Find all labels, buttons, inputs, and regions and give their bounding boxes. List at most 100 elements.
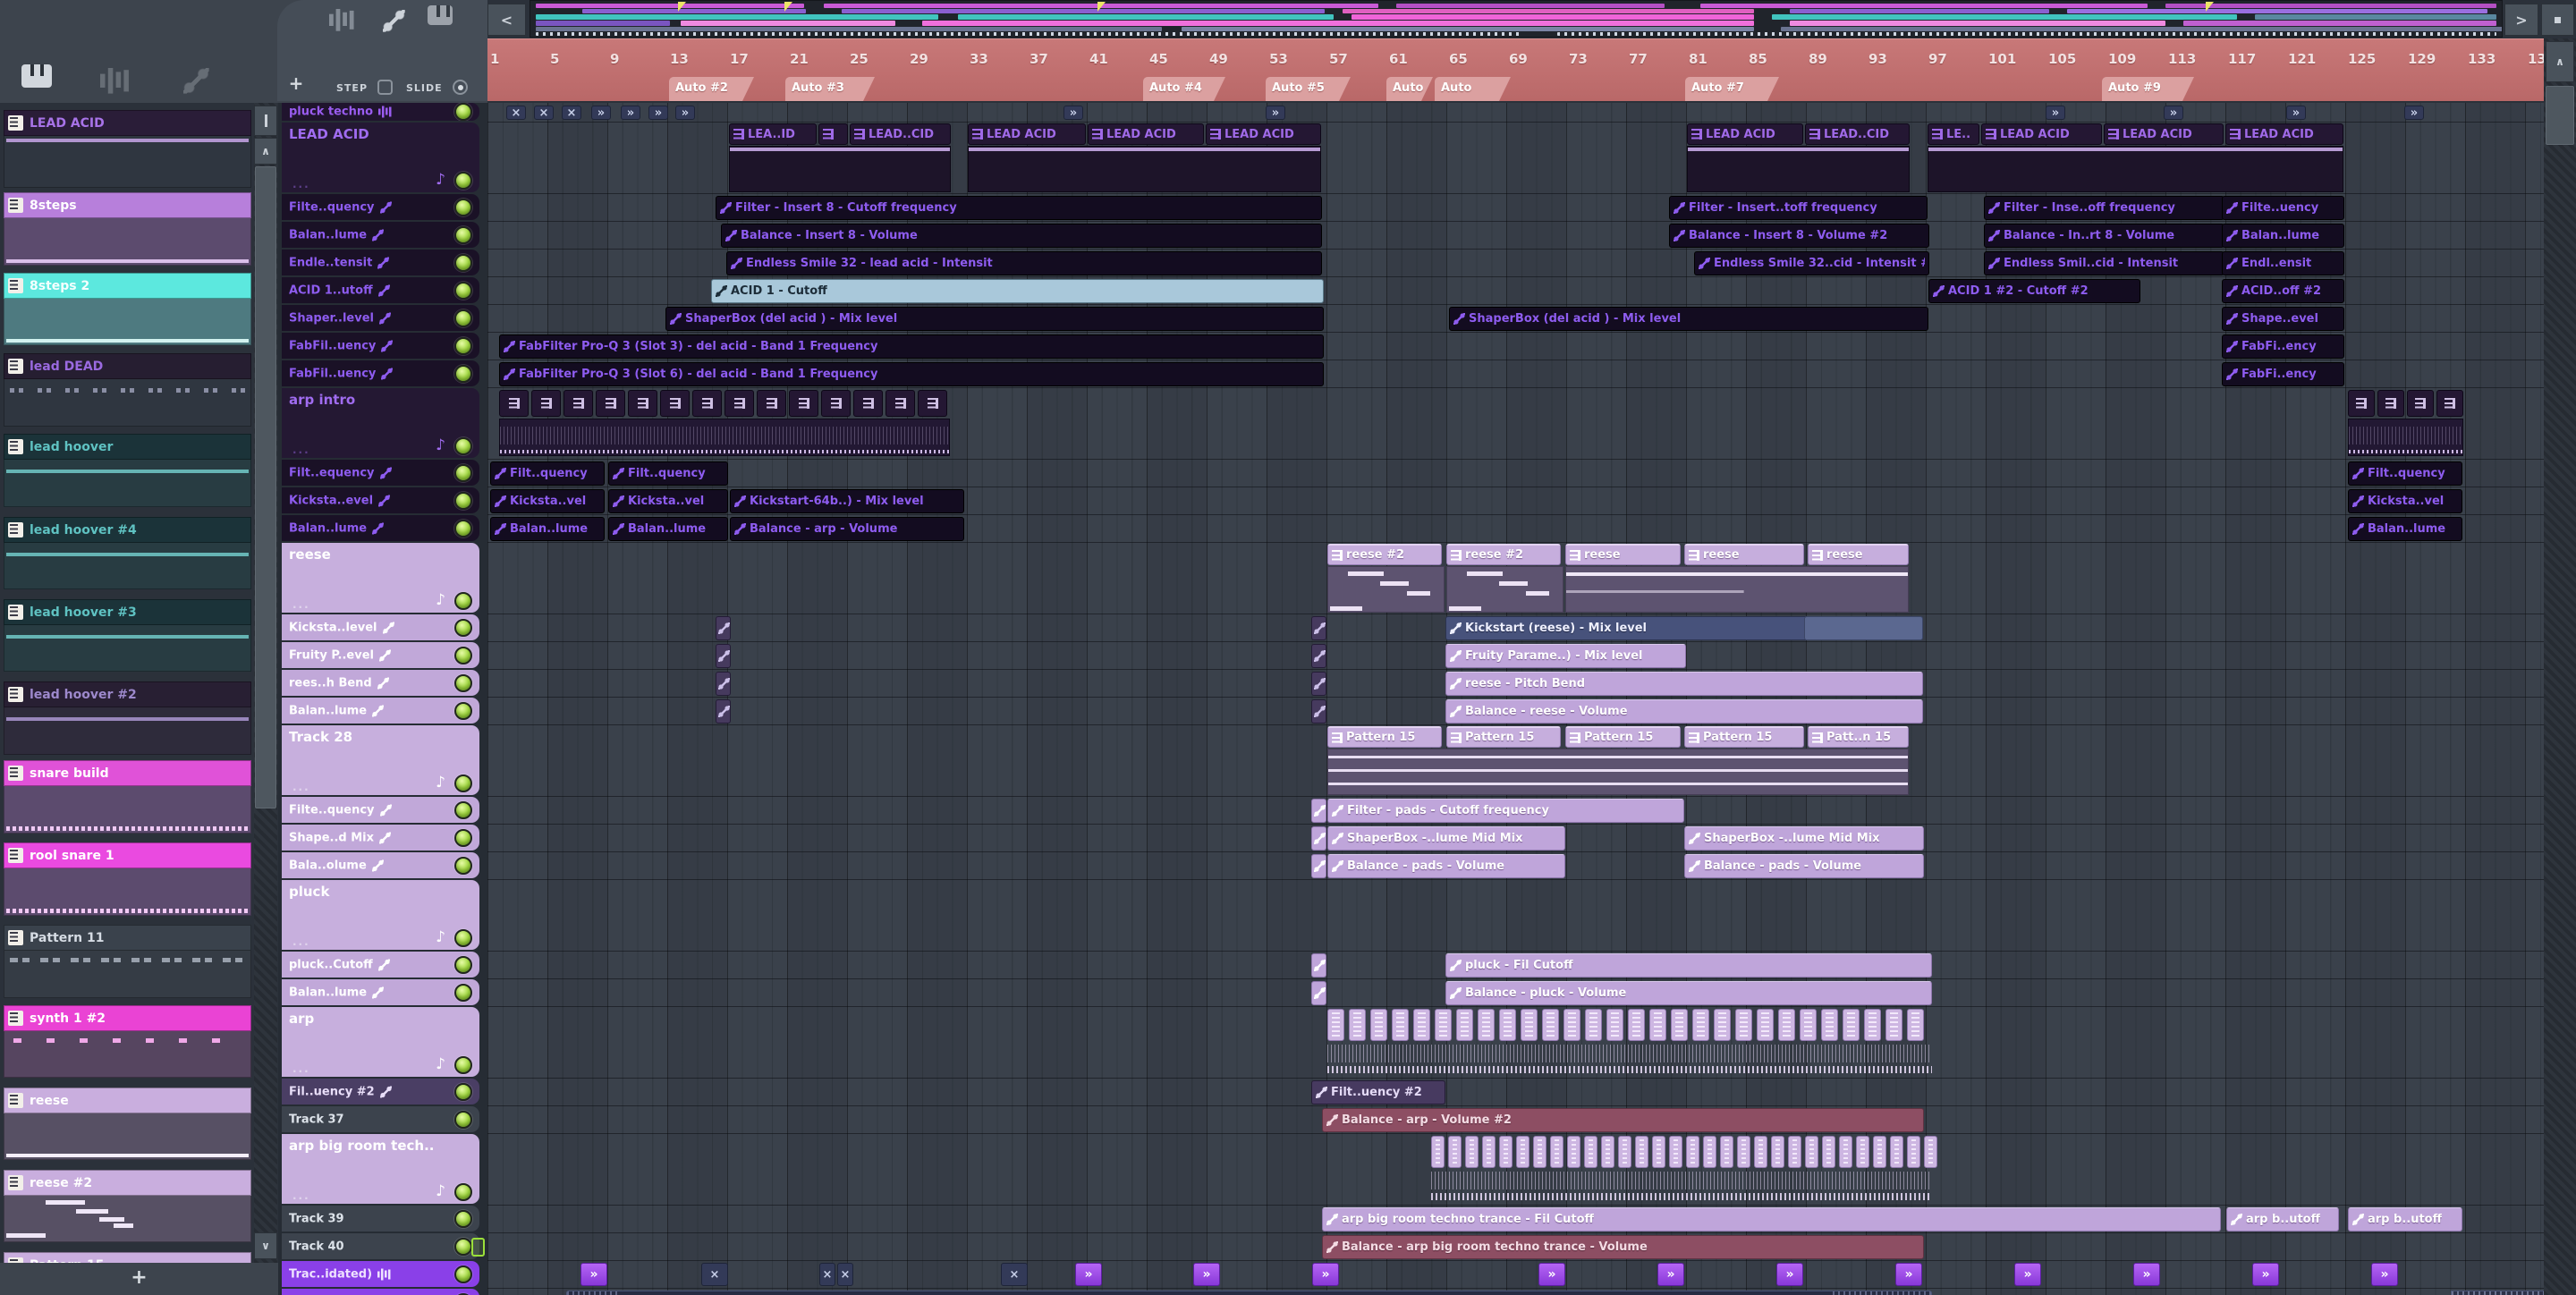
automation-clip[interactable]: FabFilter Pro-Q 3 (Slot 3) - del acid - …: [499, 334, 1324, 359]
clip[interactable]: [1499, 1136, 1513, 1168]
clip[interactable]: [1585, 1009, 1602, 1041]
clip[interactable]: [1542, 1009, 1559, 1041]
pattern-clip[interactable]: LEAD ACID: [1687, 123, 1803, 145]
audio-mode-icon[interactable]: [100, 68, 130, 94]
track-mute-led[interactable]: [454, 1237, 472, 1256]
track-mute-led[interactable]: [454, 856, 472, 875]
audio-clip[interactable]: »: [2046, 106, 2065, 120]
pattern-item[interactable]: lead hoover #2: [4, 681, 251, 755]
pattern-clip[interactable]: [531, 390, 561, 417]
pattern-clip[interactable]: [789, 390, 818, 417]
track-header[interactable]: Kicksta..evel: [282, 487, 479, 513]
clip[interactable]: [1735, 1009, 1752, 1041]
pattern-item[interactable]: 8steps: [4, 192, 251, 266]
pattern-item-header[interactable]: 8steps 2: [4, 273, 251, 299]
track-mute-led[interactable]: [454, 1110, 472, 1129]
pattern-collapse-button[interactable]: [254, 106, 277, 136]
automation-clip[interactable]: arp b..utoff: [2226, 1207, 2339, 1232]
pattern-item-header[interactable]: synth 1 #2: [4, 1005, 251, 1031]
track-header[interactable]: pluck... ♪: [282, 880, 479, 950]
pattern-item-header[interactable]: rool snare 1: [4, 842, 251, 868]
time-marker[interactable]: Auto #4: [1143, 77, 1225, 101]
scroll-right-button[interactable]: >: [2504, 4, 2538, 36]
track-header[interactable]: MAIN VOCAL: [282, 1289, 479, 1295]
audio-clip[interactable]: ×: [562, 106, 581, 120]
pattern-item-header[interactable]: 8steps: [4, 192, 251, 218]
track-header[interactable]: Kicksta..level: [282, 614, 479, 640]
pattern-clip[interactable]: [660, 390, 690, 417]
pattern-clip[interactable]: [2348, 390, 2375, 417]
pattern-scrollbar[interactable]: ∧ ∨: [254, 103, 277, 1263]
time-marker[interactable]: Auto #7: [1685, 77, 1779, 101]
automation-clip[interactable]: Kicksta..vel: [2348, 489, 2462, 513]
automation-clip[interactable]: Endless Smile 32 - lead acid - Intensit: [726, 251, 1322, 275]
automation-clip[interactable]: Endless Smile 32..cid - Intensit #2: [1694, 251, 1929, 275]
clip-fragment[interactable]: [716, 672, 731, 696]
time-marker[interactable]: Auto: [1435, 77, 1511, 101]
pattern-clip[interactable]: Patt..n 15: [1808, 726, 1909, 748]
clip[interactable]: [1413, 1009, 1430, 1041]
pattern-item-header[interactable]: lead hoover #4: [4, 517, 251, 543]
clip[interactable]: [1843, 1009, 1860, 1041]
automation-clip[interactable]: ACID 1 #2 - Cutoff #2: [1928, 279, 2140, 303]
clip-fragment[interactable]: [1311, 799, 1326, 823]
automation-clip[interactable]: ShaperBox (del acid ) - Mix level: [1449, 307, 1928, 331]
track-header[interactable]: LEAD ACID... ♪: [282, 123, 479, 192]
clip[interactable]: [1635, 1136, 1648, 1168]
add-track-button[interactable]: +: [284, 72, 308, 95]
clip[interactable]: [1771, 1136, 1784, 1168]
pattern-item[interactable]: lead hoover: [4, 434, 251, 507]
automation-clip[interactable]: Balan..lume: [2348, 517, 2462, 541]
pattern-clip[interactable]: [564, 390, 593, 417]
clip[interactable]: [1692, 1009, 1709, 1041]
clip[interactable]: [1392, 1009, 1409, 1041]
automation-clip[interactable]: Balance - reese - Volume: [1445, 699, 1923, 724]
pattern-clip[interactable]: [499, 390, 529, 417]
track-mute-led[interactable]: [454, 673, 472, 692]
track-header[interactable]: Filte..quency: [282, 194, 479, 220]
pattern-clip[interactable]: Pattern 15: [1446, 726, 1561, 748]
track-mute-led[interactable]: [454, 592, 472, 610]
clip[interactable]: [1349, 1009, 1366, 1041]
clip[interactable]: [1628, 1009, 1645, 1041]
track-mute-led[interactable]: [454, 983, 472, 1002]
clip[interactable]: [1788, 1136, 1801, 1168]
automation-clip[interactable]: Endless Smil..cid - Intensit: [1984, 251, 2224, 275]
automation-clip[interactable]: ShaperBox -..lume Mid Mix: [1684, 826, 1924, 851]
piano-icon[interactable]: [428, 5, 453, 25]
playlist-scroll-up-button[interactable]: ∧: [2546, 41, 2574, 82]
automation-clip[interactable]: reese - Pitch Bend: [1445, 672, 1923, 696]
audio-clip[interactable]: »: [1266, 106, 1285, 120]
clip[interactable]: [1671, 1009, 1688, 1041]
pattern-clip[interactable]: [818, 123, 848, 145]
time-marker[interactable]: Auto #: [1386, 77, 1433, 101]
track-header[interactable]: ACID 1..utoff: [282, 277, 479, 303]
pattern-clip[interactable]: [918, 390, 947, 417]
clip[interactable]: [1890, 1136, 1903, 1168]
pattern-clip[interactable]: [596, 390, 625, 417]
pattern-clip[interactable]: LEAD ACID: [968, 123, 1086, 145]
pattern-clip[interactable]: [628, 390, 657, 417]
arrangement-minimap[interactable]: [530, 0, 2503, 38]
pattern-clip[interactable]: reese #2: [1327, 544, 1442, 565]
automation-clip[interactable]: Balance - pluck - Volume: [1445, 981, 1932, 1005]
track-mute-led[interactable]: [454, 309, 472, 327]
track-header[interactable]: Track 40: [282, 1233, 479, 1259]
clip[interactable]: [1456, 1009, 1473, 1041]
clip-fragment[interactable]: [716, 699, 731, 724]
track-header[interactable]: Balan..lume: [282, 979, 479, 1005]
clip-fragment[interactable]: [1311, 953, 1326, 978]
automation-clip[interactable]: Filter - pads - Cutoff frequency: [1327, 799, 1684, 823]
clip-fragment[interactable]: [1311, 672, 1326, 696]
clip[interactable]: [1465, 1136, 1479, 1168]
automation-mode-icon[interactable]: [183, 68, 209, 94]
clip[interactable]: [1478, 1009, 1495, 1041]
track-mute-led[interactable]: [454, 491, 472, 510]
automation-clip[interactable]: Balance - arp - Volume #2: [1322, 1108, 1924, 1132]
automation-clip[interactable]: Fruity Parame..) - Mix level: [1445, 644, 1686, 668]
automation-clip[interactable]: Filt..quency: [2348, 461, 2462, 486]
pattern-item[interactable]: Pattern 11: [4, 925, 251, 998]
clip[interactable]: [1652, 1136, 1665, 1168]
time-marker[interactable]: Auto #5: [1266, 77, 1351, 101]
track-mute-led[interactable]: [454, 646, 472, 664]
